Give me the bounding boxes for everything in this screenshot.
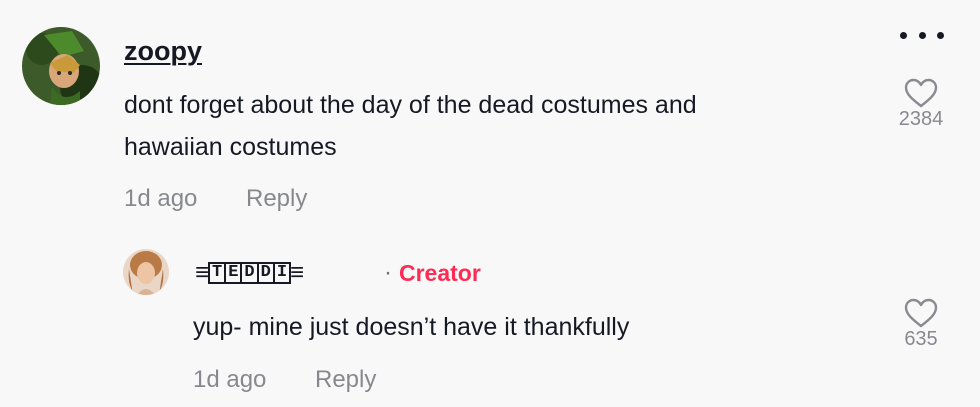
reply-avatar[interactable] (123, 249, 169, 295)
comment-like-count: 2384 (898, 108, 944, 130)
comment-text-line: hawaiian costumes (124, 133, 337, 161)
heart-outline-icon (904, 78, 938, 108)
more-dot (937, 31, 944, 39)
reply-username[interactable]: ≡ T E D D I ≡ (195, 259, 304, 287)
more-dot (918, 31, 926, 39)
reply-timestamp: 1d ago (193, 366, 267, 393)
username-prefix: ≡ (195, 259, 210, 286)
reply-like-button[interactable]: 635 (886, 298, 956, 351)
comment-timestamp: 1d ago (124, 185, 198, 212)
more-options-icon[interactable] (900, 26, 944, 44)
username-suffix: ≡ (290, 259, 305, 286)
comment-text: dont forget about the day of the dead co… (124, 84, 864, 168)
comment-text-line: dont forget about the day of the dead co… (124, 91, 697, 119)
avatar[interactable] (22, 27, 100, 105)
reply-like-count: 635 (904, 328, 938, 350)
heart-outline-icon (904, 298, 938, 328)
comment-reply-button[interactable]: Reply (246, 185, 307, 213)
username-letter: I (272, 262, 292, 284)
comment-like-button[interactable]: 2384 (886, 78, 956, 131)
comment-username[interactable]: zoopy (124, 36, 202, 67)
creator-badge: Creator (399, 260, 481, 286)
more-dot (900, 31, 907, 39)
reply-reply-button[interactable]: Reply (315, 366, 376, 394)
reply-text: yup- mine just doesn’t have it thankfull… (193, 313, 630, 341)
separator-dot: · (384, 259, 392, 286)
username-boxed-letters: T E D D I (208, 262, 292, 284)
